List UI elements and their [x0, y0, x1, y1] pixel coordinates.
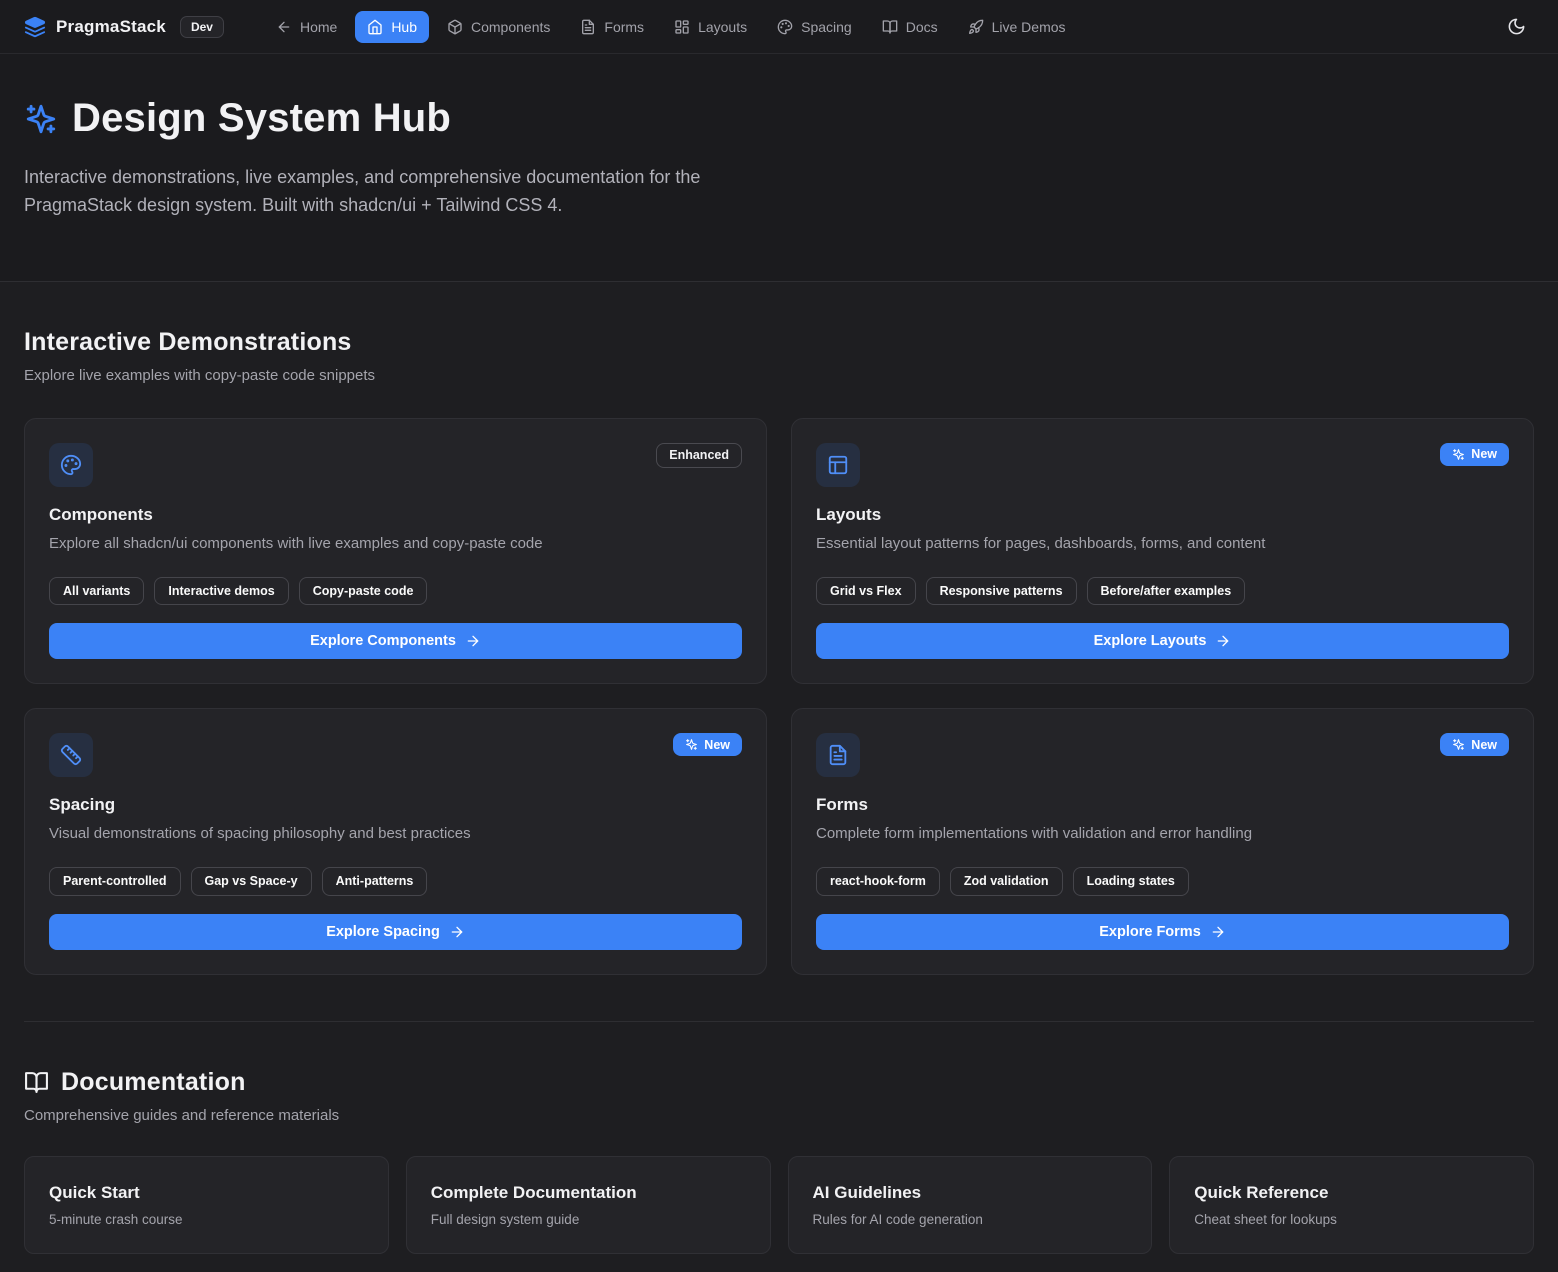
rocket-icon	[968, 19, 984, 35]
tag-loading-states: Loading states	[1073, 867, 1189, 895]
book-open-icon	[882, 19, 898, 35]
tag-zod-validation: Zod validation	[950, 867, 1063, 895]
card-badge: New	[1440, 443, 1509, 466]
page-title-row: Design System Hub	[24, 96, 1534, 141]
doc-card-title: AI Guidelines	[813, 1183, 1128, 1203]
hero-section: Design System Hub Interactive demonstrat…	[0, 54, 1558, 282]
theme-toggle-button[interactable]	[1498, 9, 1534, 45]
file-text-icon	[580, 19, 596, 35]
doc-card-quick-reference[interactable]: Quick Reference Cheat sheet for lookups	[1169, 1156, 1534, 1254]
brand-name: PragmaStack	[56, 17, 166, 37]
box-icon	[447, 19, 463, 35]
tag-react-hook-form: react-hook-form	[816, 867, 940, 895]
layout-grid-icon	[674, 19, 690, 35]
demo-card-grid: Enhanced Components Explore all shadcn/u…	[24, 418, 1534, 975]
explore-layouts-button[interactable]: Explore Layouts	[816, 623, 1509, 659]
card-title: Spacing	[49, 795, 742, 815]
doc-card-title: Complete Documentation	[431, 1183, 746, 1203]
layers-icon	[24, 16, 46, 38]
demo-card-components[interactable]: Enhanced Components Explore all shadcn/u…	[24, 418, 767, 684]
doc-card-description: Rules for AI code generation	[813, 1212, 1128, 1227]
nav-item-spacing[interactable]: Spacing	[765, 11, 864, 43]
panels-top-left-icon	[816, 443, 860, 487]
dev-badge: Dev	[180, 16, 224, 38]
tag-responsive-patterns: Responsive patterns	[926, 577, 1077, 605]
demos-subheading: Explore live examples with copy-paste co…	[24, 367, 1534, 384]
tag-copy-paste-code: Copy-paste code	[299, 577, 428, 605]
card-description: Explore all shadcn/ui components with li…	[49, 533, 742, 555]
tag-all-variants: All variants	[49, 577, 144, 605]
doc-card-description: 5-minute crash course	[49, 1212, 364, 1227]
arrow-right-icon	[465, 633, 481, 649]
tag-before-after-examples: Before/after examples	[1087, 577, 1246, 605]
card-title: Components	[49, 505, 742, 525]
doc-card-ai-guidelines[interactable]: AI Guidelines Rules for AI code generati…	[788, 1156, 1153, 1254]
tag-row: Parent-controlled Gap vs Space-y Anti-patt…	[49, 867, 742, 895]
explore-forms-button[interactable]: Explore Forms	[816, 914, 1509, 950]
card-description: Essential layout patterns for pages, das…	[816, 533, 1509, 555]
tag-row: react-hook-form Zod validation Loading sta…	[816, 867, 1509, 895]
tag-gap-vs-space-y: Gap vs Space-y	[191, 867, 312, 895]
docs-section: Documentation Comprehensive guides and r…	[24, 1068, 1534, 1254]
card-title: Layouts	[816, 505, 1509, 525]
nav-item-forms[interactable]: Forms	[568, 11, 656, 43]
docs-heading: Documentation	[61, 1068, 246, 1097]
doc-card-complete-documentation[interactable]: Complete Documentation Full design syste…	[406, 1156, 771, 1254]
arrow-left-icon	[276, 19, 292, 35]
doc-card-title: Quick Start	[49, 1183, 364, 1203]
page-subtitle: Interactive demonstrations, live example…	[24, 163, 786, 219]
section-divider	[24, 1021, 1534, 1022]
card-badge: New	[673, 733, 742, 756]
nav-item-docs[interactable]: Docs	[870, 11, 950, 43]
demos-heading: Interactive Demonstrations	[24, 328, 1534, 357]
page-title: Design System Hub	[72, 96, 451, 141]
demo-card-spacing[interactable]: New Spacing Visual demonstrations of spa…	[24, 708, 767, 974]
tag-anti-patterns: Anti-patterns	[322, 867, 428, 895]
arrow-right-icon	[449, 924, 465, 940]
demo-card-layouts[interactable]: New Layouts Essential layout patterns fo…	[791, 418, 1534, 684]
card-badge: Enhanced	[656, 443, 742, 468]
card-badge: New	[1440, 733, 1509, 756]
file-text-icon	[816, 733, 860, 777]
nav-item-home[interactable]: Home	[264, 11, 349, 43]
tag-row: All variants Interactive demos Copy-paste …	[49, 577, 742, 605]
nav-item-components[interactable]: Components	[435, 11, 562, 43]
ruler-icon	[49, 733, 93, 777]
docs-heading-row: Documentation	[24, 1068, 1534, 1097]
docs-subheading: Comprehensive guides and reference mater…	[24, 1107, 1534, 1124]
explore-spacing-button[interactable]: Explore Spacing	[49, 914, 742, 950]
moon-icon	[1507, 17, 1526, 36]
tag-parent-controlled: Parent-controlled	[49, 867, 181, 895]
palette-icon	[777, 19, 793, 35]
doc-card-grid: Quick Start 5-minute crash course Comple…	[24, 1156, 1534, 1254]
brand[interactable]: PragmaStack Dev	[24, 16, 224, 38]
arrow-right-icon	[1210, 924, 1226, 940]
nav-item-live-demos[interactable]: Live Demos	[956, 11, 1078, 43]
tag-grid-vs-flex: Grid vs Flex	[816, 577, 916, 605]
doc-card-description: Full design system guide	[431, 1212, 746, 1227]
main-content: Interactive Demonstrations Explore live …	[0, 328, 1558, 1272]
navbar: PragmaStack Dev Home Hub Components Form…	[0, 0, 1558, 54]
main-nav: Home Hub Components Forms Layouts Spacin…	[264, 11, 1078, 43]
card-description: Visual demonstrations of spacing philoso…	[49, 823, 742, 845]
tag-row: Grid vs Flex Responsive patterns Before/af…	[816, 577, 1509, 605]
home-icon	[367, 19, 383, 35]
doc-card-description: Cheat sheet for lookups	[1194, 1212, 1509, 1227]
demos-section: Interactive Demonstrations Explore live …	[24, 328, 1534, 975]
arrow-right-icon	[1215, 633, 1231, 649]
card-title: Forms	[816, 795, 1509, 815]
doc-card-title: Quick Reference	[1194, 1183, 1509, 1203]
palette-icon	[49, 443, 93, 487]
explore-components-button[interactable]: Explore Components	[49, 623, 742, 659]
nav-item-hub[interactable]: Hub	[355, 11, 429, 43]
demo-card-forms[interactable]: New Forms Complete form implementations …	[791, 708, 1534, 974]
nav-item-layouts[interactable]: Layouts	[662, 11, 759, 43]
tag-interactive-demos: Interactive demos	[154, 577, 288, 605]
sparkles-icon	[24, 102, 58, 136]
doc-card-quick-start[interactable]: Quick Start 5-minute crash course	[24, 1156, 389, 1254]
card-description: Complete form implementations with valid…	[816, 823, 1509, 845]
book-open-icon	[24, 1070, 49, 1095]
